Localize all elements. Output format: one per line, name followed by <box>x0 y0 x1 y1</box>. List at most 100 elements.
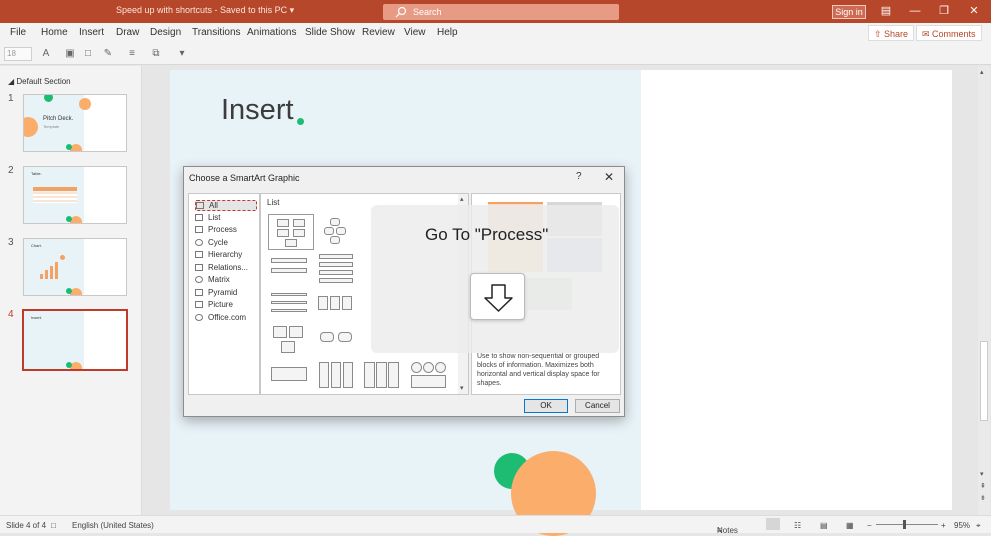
spellcheck-icon[interactable]: □ <box>51 521 56 530</box>
layout-horizontal-bullet-list[interactable] <box>316 294 356 326</box>
thumb-subtitle: Template <box>43 124 60 129</box>
font-color-icon[interactable]: A <box>40 47 52 60</box>
layout-box <box>330 218 340 226</box>
scroll-down-icon[interactable]: ▾ <box>980 470 984 478</box>
category-label: List <box>208 213 221 222</box>
down-arrow-icon <box>484 284 513 312</box>
menu-review[interactable]: Review <box>362 27 395 38</box>
menu-slide-show[interactable]: Slide Show <box>305 27 355 38</box>
fit-slide-icon[interactable]: ⌖ <box>976 521 981 531</box>
bar <box>55 262 58 279</box>
layout-lined-list[interactable] <box>269 254 309 286</box>
next-slide-icon[interactable]: ⇟ <box>980 494 986 502</box>
menu-insert[interactable]: Insert <box>79 27 104 38</box>
close-dialog-icon[interactable]: ✕ <box>604 170 614 184</box>
menu-view[interactable]: View <box>404 27 426 38</box>
slide-thumbnail-4[interactable]: Insert. <box>22 309 128 371</box>
layout-box <box>330 236 340 244</box>
zoom-slider[interactable] <box>876 524 938 525</box>
category-label: Process <box>208 225 237 234</box>
menu-bar: File Home Insert Draw Design Transitions… <box>0 23 991 43</box>
hint-text: Go To "Process" <box>425 225 549 244</box>
down-arrow-key <box>470 273 525 320</box>
layout-box <box>318 296 328 310</box>
previous-slide-icon[interactable]: ⇞ <box>980 482 986 490</box>
arrange-icon[interactable]: ⧉ <box>150 47 162 60</box>
normal-view-icon[interactable] <box>766 518 780 530</box>
cycle-icon <box>195 239 203 246</box>
slide-thumbnail-1[interactable]: Pitch Deck. Template <box>23 94 127 152</box>
section-header[interactable]: ◢ Default Section <box>8 77 71 86</box>
menu-home[interactable]: Home <box>41 27 68 38</box>
layout-box <box>388 362 399 388</box>
category-cycle[interactable]: Cycle <box>195 238 257 249</box>
menu-transitions[interactable]: Transitions <box>192 27 241 38</box>
category-relationship[interactable]: Relations... <box>195 263 257 274</box>
category-label: Pyramid <box>208 288 238 297</box>
menu-animations[interactable]: Animations <box>247 27 296 38</box>
category-pyramid[interactable]: Pyramid <box>195 288 257 299</box>
text-box-icon[interactable]: □ <box>82 47 94 60</box>
restore-button[interactable]: ❐ <box>937 4 951 18</box>
layout-vertical-bullet-list[interactable] <box>316 252 356 284</box>
menu-help[interactable]: Help <box>437 27 458 38</box>
slide-title[interactable]: Insert <box>221 94 294 127</box>
dialog-title: Choose a SmartArt Graphic <box>189 173 300 183</box>
category-hierarchy[interactable]: Hierarchy <box>195 250 257 261</box>
layout-horizontal-list[interactable] <box>269 362 309 394</box>
category-list-item[interactable]: List <box>195 213 257 224</box>
share-button[interactable]: ⇧ Share <box>868 25 915 41</box>
align-icon[interactable]: ≡ <box>126 47 138 60</box>
layout-segmented-list[interactable] <box>362 360 402 392</box>
layout-box <box>324 227 334 235</box>
slideshow-icon[interactable]: ▦ <box>846 521 854 530</box>
category-matrix[interactable]: Matrix <box>195 275 257 286</box>
layout-circle-list[interactable] <box>409 360 449 392</box>
vertical-scrollbar[interactable]: ▴ ▾ ⇞ ⇟ <box>978 66 990 515</box>
category-picture[interactable]: Picture <box>195 300 257 311</box>
zoom-in-icon[interactable]: + <box>941 521 946 530</box>
layout-basic-block-list[interactable] <box>268 214 314 250</box>
layout-hexagon-cluster[interactable] <box>316 216 356 248</box>
layout-stacked-list[interactable] <box>269 289 309 321</box>
category-office-com[interactable]: Office.com <box>195 313 257 324</box>
pin-marker <box>60 255 65 260</box>
category-process[interactable]: Process <box>195 225 257 236</box>
highlight-icon[interactable]: ✎ <box>102 47 114 60</box>
ribbon-display-icon[interactable]: ▤ <box>879 4 893 18</box>
scroll-up-icon[interactable]: ▴ <box>980 68 984 76</box>
language-indicator[interactable]: English (United States) <box>72 521 154 530</box>
font-size-box[interactable]: 18 <box>4 47 32 61</box>
menu-design[interactable]: Design <box>150 27 181 38</box>
close-window-button[interactable]: ✕ <box>967 4 981 18</box>
comments-button[interactable]: ✉ Comments <box>916 25 982 41</box>
sign-in-button[interactable]: Sign in <box>832 5 866 19</box>
menu-file[interactable]: File <box>10 27 26 38</box>
notes-label: Notes <box>717 526 738 535</box>
cancel-button[interactable]: Cancel <box>575 399 620 413</box>
layout-grouped-list[interactable] <box>316 328 356 360</box>
layout-box <box>285 239 297 247</box>
slide-sorter-icon[interactable]: ☷ <box>794 521 801 530</box>
zoom-level[interactable]: 95% <box>954 521 970 530</box>
gallery-scroll-up-icon[interactable]: ▴ <box>460 195 464 203</box>
slide-thumbnail-3[interactable]: Chart. <box>23 238 127 296</box>
zoom-out-icon[interactable]: − <box>867 521 872 530</box>
gallery-scroll-down-icon[interactable]: ▾ <box>460 384 464 392</box>
help-icon[interactable]: ? <box>576 171 582 182</box>
thumb-title: Chart. <box>31 243 42 248</box>
layout-picture-list[interactable] <box>269 324 309 356</box>
reading-view-icon[interactable]: ▤ <box>820 521 828 530</box>
minimize-button[interactable]: — <box>908 4 922 18</box>
category-all[interactable]: All <box>195 200 257 211</box>
layout-table-list[interactable] <box>316 360 356 392</box>
ok-button[interactable]: OK <box>524 399 568 413</box>
shape-fill-icon[interactable]: ▣ <box>64 47 76 60</box>
scrollbar-thumb[interactable] <box>980 341 988 421</box>
slide-thumbnail-2[interactable]: Table. <box>23 166 127 224</box>
customize-chevron-icon[interactable]: ▾ <box>176 47 188 60</box>
menu-draw[interactable]: Draw <box>116 27 139 38</box>
search-box[interactable]: Search <box>383 4 619 20</box>
bar <box>45 270 48 279</box>
zoom-slider-thumb[interactable] <box>903 520 906 529</box>
